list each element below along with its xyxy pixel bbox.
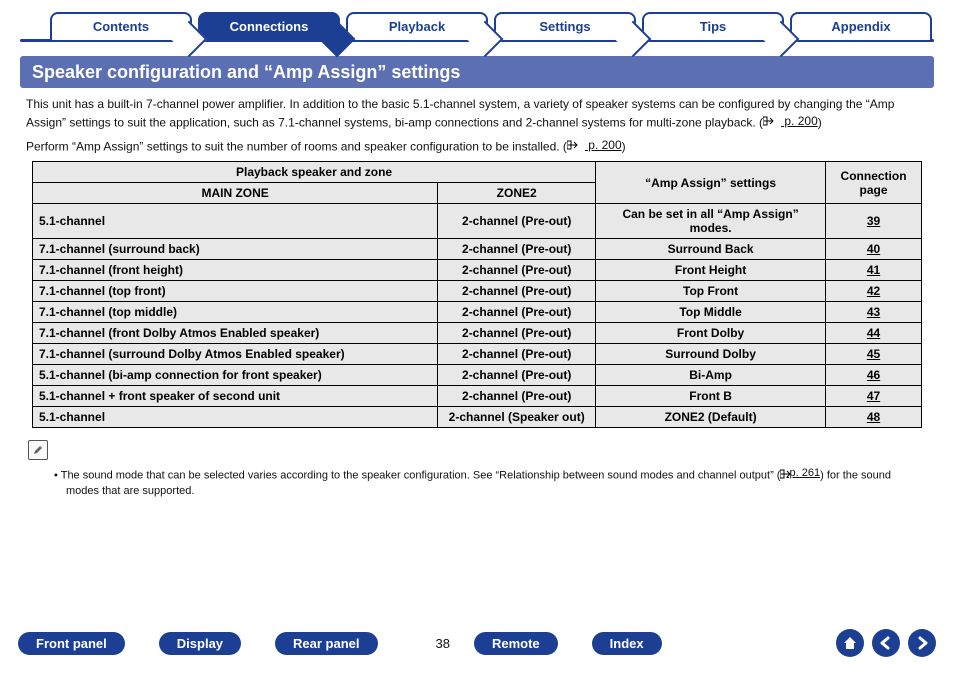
tab-settings[interactable]: Settings bbox=[494, 12, 636, 40]
page-number: 38 bbox=[436, 636, 450, 651]
cell-main-zone: 7.1-channel (top front) bbox=[33, 281, 438, 302]
cell-zone2: 2-channel (Pre-out) bbox=[438, 365, 596, 386]
home-icon[interactable] bbox=[836, 629, 864, 657]
cell-zone2: 2-channel (Pre-out) bbox=[438, 239, 596, 260]
th-amp-assign: “Amp Assign” settings bbox=[596, 162, 826, 204]
cell-page-link[interactable]: 44 bbox=[826, 323, 922, 344]
intro-ref1-close: ) bbox=[818, 115, 822, 129]
cell-amp-assign: Front Dolby bbox=[596, 323, 826, 344]
rear-panel-button[interactable]: Rear panel bbox=[275, 632, 377, 655]
cell-page-link[interactable]: 42 bbox=[826, 281, 922, 302]
table-row: 5.1-channel + front speaker of second un… bbox=[33, 386, 922, 407]
tab-tips[interactable]: Tips bbox=[642, 12, 784, 40]
cell-page-link[interactable]: 39 bbox=[826, 204, 922, 239]
tab-contents[interactable]: Contents bbox=[50, 12, 192, 40]
table-row: 7.1-channel (surround back)2-channel (Pr… bbox=[33, 239, 922, 260]
prev-page-icon[interactable] bbox=[872, 629, 900, 657]
page-ref-200b[interactable]: p. 200 bbox=[567, 137, 622, 154]
table-row: 7.1-channel (top front)2-channel (Pre-ou… bbox=[33, 281, 922, 302]
cell-page-link[interactable]: 40 bbox=[826, 239, 922, 260]
remote-button[interactable]: Remote bbox=[474, 632, 558, 655]
footnote: • The sound mode that can be selected va… bbox=[54, 466, 908, 499]
th-zone2: ZONE2 bbox=[438, 183, 596, 204]
cell-page-link[interactable]: 46 bbox=[826, 365, 922, 386]
intro-paragraph-1: This unit has a built-in 7-channel power… bbox=[26, 96, 928, 131]
table-row: 5.1-channel (bi-amp connection for front… bbox=[33, 365, 922, 386]
cell-amp-assign: Bi-Amp bbox=[596, 365, 826, 386]
cell-main-zone: 7.1-channel (surround back) bbox=[33, 239, 438, 260]
intro-paragraph-2: Perform “Amp Assign” settings to suit th… bbox=[26, 137, 928, 155]
table-row: 5.1-channel2-channel (Pre-out)Can be set… bbox=[33, 204, 922, 239]
cell-page-link[interactable]: 43 bbox=[826, 302, 922, 323]
display-button[interactable]: Display bbox=[159, 632, 241, 655]
cell-amp-assign: Can be set in all “Amp Assign” modes. bbox=[596, 204, 826, 239]
table-row: 5.1-channel2-channel (Speaker out)ZONE2 … bbox=[33, 407, 922, 428]
cell-page-link[interactable]: 48 bbox=[826, 407, 922, 428]
cell-main-zone: 5.1-channel + front speaker of second un… bbox=[33, 386, 438, 407]
footnote-text-a: The sound mode that can be selected vari… bbox=[61, 470, 781, 482]
top-nav-tabs: Contents Connections Playback Settings T… bbox=[50, 12, 936, 40]
th-playback-zone: Playback speaker and zone bbox=[33, 162, 596, 183]
tab-connections[interactable]: Connections bbox=[198, 12, 340, 40]
speaker-config-table: Playback speaker and zone “Amp Assign” s… bbox=[32, 161, 922, 428]
table-row: 7.1-channel (top middle)2-channel (Pre-o… bbox=[33, 302, 922, 323]
cell-zone2: 2-channel (Pre-out) bbox=[438, 344, 596, 365]
page-ref-200a[interactable]: p. 200 bbox=[763, 113, 818, 130]
section-title: Speaker configuration and “Amp Assign” s… bbox=[20, 56, 934, 88]
cell-zone2: 2-channel (Pre-out) bbox=[438, 386, 596, 407]
cell-page-link[interactable]: 41 bbox=[826, 260, 922, 281]
cell-main-zone: 7.1-channel (surround Dolby Atmos Enable… bbox=[33, 344, 438, 365]
index-button[interactable]: Index bbox=[592, 632, 662, 655]
cell-main-zone: 5.1-channel bbox=[33, 407, 438, 428]
table-row: 7.1-channel (surround Dolby Atmos Enable… bbox=[33, 344, 922, 365]
cell-page-link[interactable]: 45 bbox=[826, 344, 922, 365]
intro-ref2-close: ) bbox=[622, 139, 626, 153]
bottom-nav: Front panel Display Rear panel 38 Remote… bbox=[18, 629, 936, 657]
cell-zone2: 2-channel (Pre-out) bbox=[438, 302, 596, 323]
pencil-icon bbox=[28, 440, 48, 460]
table-row: 7.1-channel (front Dolby Atmos Enabled s… bbox=[33, 323, 922, 344]
tab-playback[interactable]: Playback bbox=[346, 12, 488, 40]
cell-amp-assign: Surround Back bbox=[596, 239, 826, 260]
cell-main-zone: 7.1-channel (top middle) bbox=[33, 302, 438, 323]
cell-zone2: 2-channel (Pre-out) bbox=[438, 323, 596, 344]
cell-amp-assign: Front B bbox=[596, 386, 826, 407]
table-row: 7.1-channel (front height)2-channel (Pre… bbox=[33, 260, 922, 281]
cell-amp-assign: Top Front bbox=[596, 281, 826, 302]
cell-page-link[interactable]: 47 bbox=[826, 386, 922, 407]
intro-text-2: Perform “Amp Assign” settings to suit th… bbox=[26, 139, 567, 153]
cell-main-zone: 7.1-channel (front Dolby Atmos Enabled s… bbox=[33, 323, 438, 344]
cell-zone2: 2-channel (Speaker out) bbox=[438, 407, 596, 428]
cell-amp-assign: Surround Dolby bbox=[596, 344, 826, 365]
cell-zone2: 2-channel (Pre-out) bbox=[438, 260, 596, 281]
cell-amp-assign: ZONE2 (Default) bbox=[596, 407, 826, 428]
th-main-zone: MAIN ZONE bbox=[33, 183, 438, 204]
cell-main-zone: 5.1-channel (bi-amp connection for front… bbox=[33, 365, 438, 386]
tab-appendix[interactable]: Appendix bbox=[790, 12, 932, 40]
cell-main-zone: 7.1-channel (front height) bbox=[33, 260, 438, 281]
front-panel-button[interactable]: Front panel bbox=[18, 632, 125, 655]
th-connection-page: Connection page bbox=[826, 162, 922, 204]
cell-amp-assign: Top Middle bbox=[596, 302, 826, 323]
next-page-icon[interactable] bbox=[908, 629, 936, 657]
cell-main-zone: 5.1-channel bbox=[33, 204, 438, 239]
cell-amp-assign: Front Height bbox=[596, 260, 826, 281]
cell-zone2: 2-channel (Pre-out) bbox=[438, 281, 596, 302]
cell-zone2: 2-channel (Pre-out) bbox=[438, 204, 596, 239]
page-ref-261[interactable]: p. 261 bbox=[780, 466, 820, 481]
